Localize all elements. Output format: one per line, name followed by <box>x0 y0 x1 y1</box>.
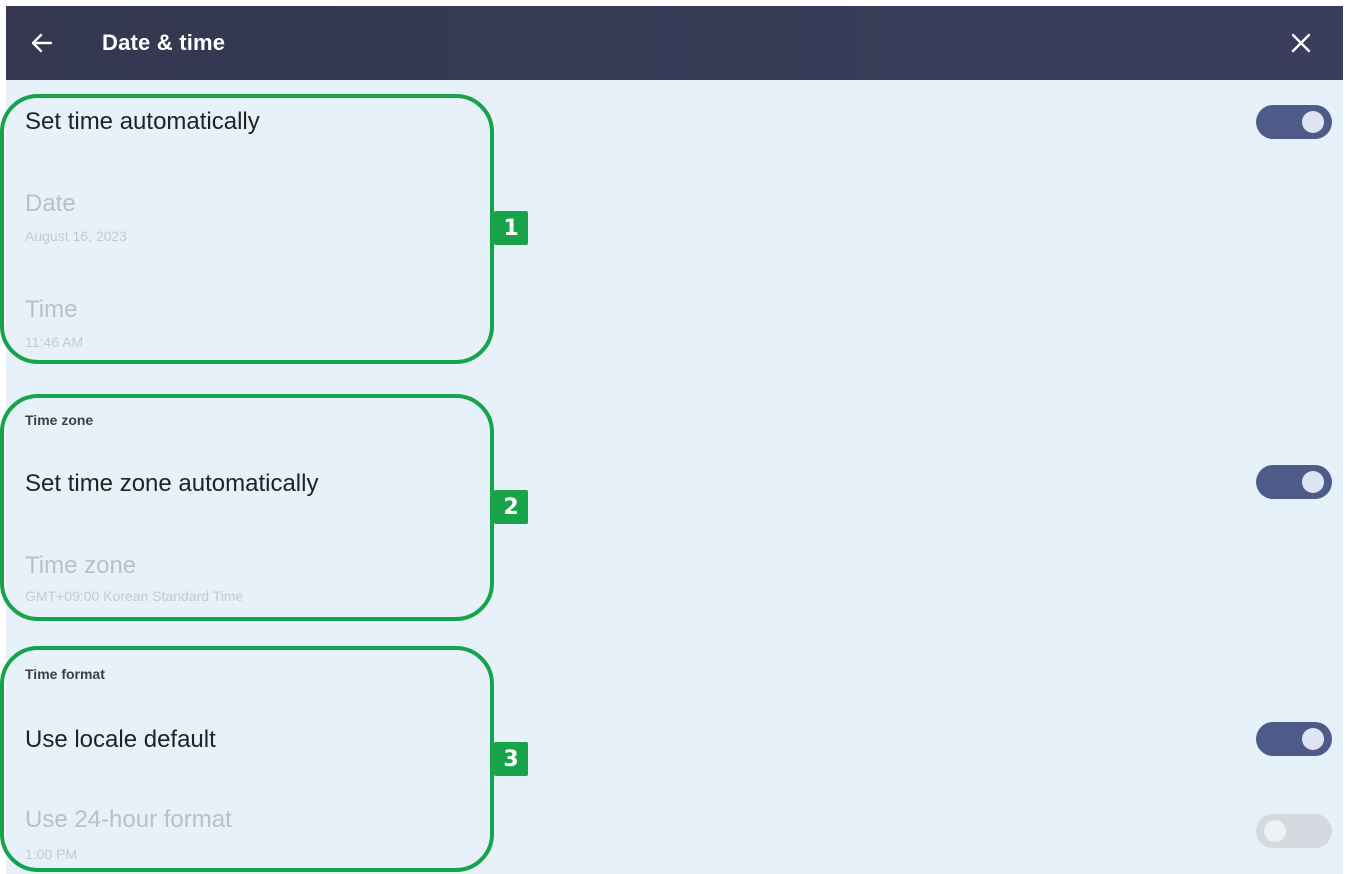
highlight-box-3 <box>0 646 494 872</box>
use-24-hour-format-toggle[interactable] <box>1256 814 1332 848</box>
set-time-automatically-toggle[interactable] <box>1256 105 1332 139</box>
highlight-box-2 <box>0 394 494 621</box>
toggle-knob <box>1302 471 1324 493</box>
badge-3: 3 <box>494 742 528 776</box>
use-locale-default-toggle[interactable] <box>1256 722 1332 756</box>
toggle-knob <box>1302 111 1324 133</box>
top-app-bar: Date & time <box>6 6 1343 80</box>
toggle-knob <box>1264 820 1286 842</box>
toggle-knob <box>1302 728 1324 750</box>
close-button[interactable] <box>1283 25 1319 61</box>
highlight-box-1 <box>0 94 494 364</box>
page-title: Date & time <box>102 30 226 55</box>
badge-1: 1 <box>494 211 528 245</box>
close-icon <box>1291 33 1311 53</box>
set-time-zone-automatically-toggle[interactable] <box>1256 465 1332 499</box>
arrow-left-icon <box>31 33 53 53</box>
back-button[interactable] <box>24 25 60 61</box>
badge-2: 2 <box>494 490 528 524</box>
